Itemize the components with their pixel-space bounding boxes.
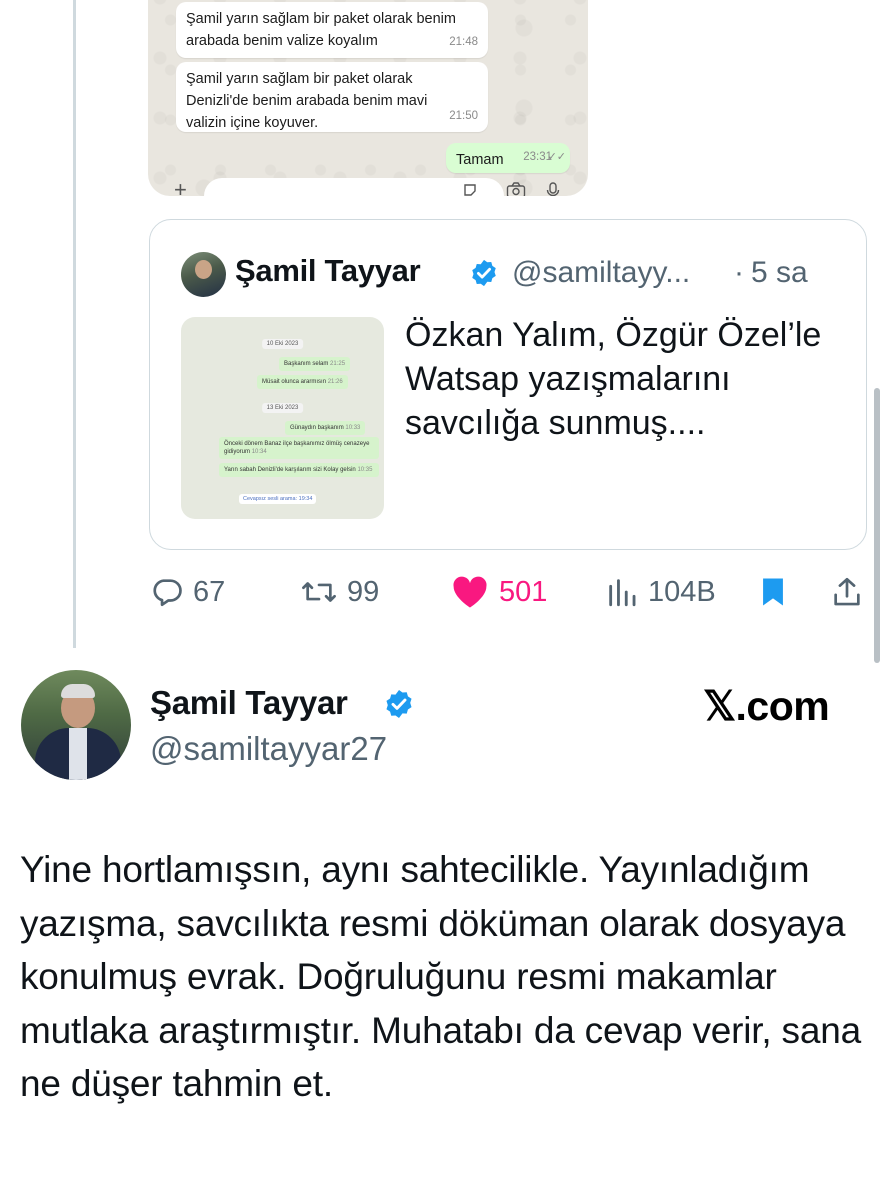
- thumbnail-message: Başkanım selam 21:25: [279, 357, 351, 371]
- chat-message-input: [204, 178, 504, 196]
- chat-date-label: 10 Eki 2023: [261, 339, 304, 349]
- heart-icon: [453, 576, 487, 608]
- verified-badge-icon: [472, 259, 496, 287]
- author-name[interactable]: Şamil Tayyar: [235, 253, 421, 289]
- avatar[interactable]: [21, 670, 131, 780]
- chat-message-text: Tamam: [456, 152, 504, 168]
- verified-badge-icon: [386, 690, 412, 718]
- microphone-icon: [546, 182, 560, 196]
- meta-separator: ·: [734, 256, 744, 289]
- bar-chart-icon: [609, 579, 636, 607]
- tweet-timestamp[interactable]: 5 sa: [751, 256, 808, 290]
- scrollbar[interactable]: [874, 388, 880, 663]
- whatsapp-screenshot-image[interactable]: Şamil yarın sağlam bir paket olarak beni…: [148, 0, 588, 196]
- bookmark-button[interactable]: [756, 570, 790, 614]
- sticker-icon: [462, 182, 478, 196]
- chat-message-text: Şamil yarın sağlam bir paket olarak beni…: [186, 11, 456, 49]
- chat-message-time: 21:48: [449, 36, 478, 48]
- retweet-button[interactable]: 99: [300, 570, 379, 614]
- quoted-tweet-card[interactable]: Şamil Tayyar @samiltayy... · 5 sa 10 Eki…: [149, 219, 867, 550]
- tweet-text: Yine hortlamışsın, aynı sahtecilikle. Ya…: [20, 849, 861, 1104]
- missed-call-label: Cevapsız sesli arama: 19:34: [239, 494, 317, 504]
- thread-connector-line: [73, 0, 76, 648]
- share-button[interactable]: [830, 570, 864, 614]
- thumbnail-message: Müsait olunca ararmısın 21:26: [257, 375, 348, 389]
- thumbnail-message: Günaydın başkanım 10:33: [285, 421, 366, 435]
- chat-message-text: Şamil yarın sağlam bir paket olarak Deni…: [186, 71, 428, 131]
- reply-button[interactable]: 67: [150, 570, 225, 614]
- author-name[interactable]: Şamil Tayyar: [150, 684, 348, 722]
- author-handle[interactable]: @samiltayyar27: [150, 730, 387, 768]
- quoted-tweet-text: Özkan Yalım, Özgür Özel’le Watsap yazışm…: [405, 316, 822, 442]
- thumbnail-message: Yarın sabah Denizli'de karşılarım sizi K…: [219, 463, 379, 477]
- retweet-count: 99: [347, 575, 380, 608]
- chat-bubble-incoming: Şamil yarın sağlam bir paket olarak beni…: [176, 2, 488, 58]
- like-count: 501: [499, 575, 548, 608]
- plus-icon: +: [174, 177, 187, 197]
- like-button[interactable]: 501: [450, 570, 547, 614]
- thumbnail-message: Önceki dönem Banaz ilçe başkanımız ölmüş…: [219, 437, 379, 459]
- chat-date-label: 13 Eki 2023: [261, 403, 304, 413]
- author-handle[interactable]: @samiltayy...: [512, 256, 690, 290]
- view-count: 104B: [648, 575, 716, 608]
- tweet-action-bar: 67 99 501 104B: [148, 570, 868, 614]
- views-button[interactable]: 104B: [605, 570, 716, 614]
- avatar[interactable]: [181, 252, 226, 297]
- media-thumbnail[interactable]: 10 Eki 2023 Başkanım selam 21:25 Müsait …: [181, 317, 384, 519]
- camera-icon: [506, 182, 526, 196]
- chat-bubble-incoming: Şamil yarın sağlam bir paket olarak Deni…: [176, 62, 488, 132]
- share-icon: [834, 577, 860, 606]
- chat-bubble-outgoing: Tamam 23:31 ✓✓: [446, 143, 570, 173]
- chat-message-time: 21:50: [449, 110, 478, 122]
- reply-count: 67: [193, 575, 226, 608]
- reply-icon: [153, 579, 182, 607]
- retweet-icon: [302, 582, 336, 602]
- double-check-icon: ✓✓: [547, 151, 566, 163]
- x-com-watermark: 𝕏.com: [703, 683, 830, 729]
- bookmark-icon: [763, 578, 783, 606]
